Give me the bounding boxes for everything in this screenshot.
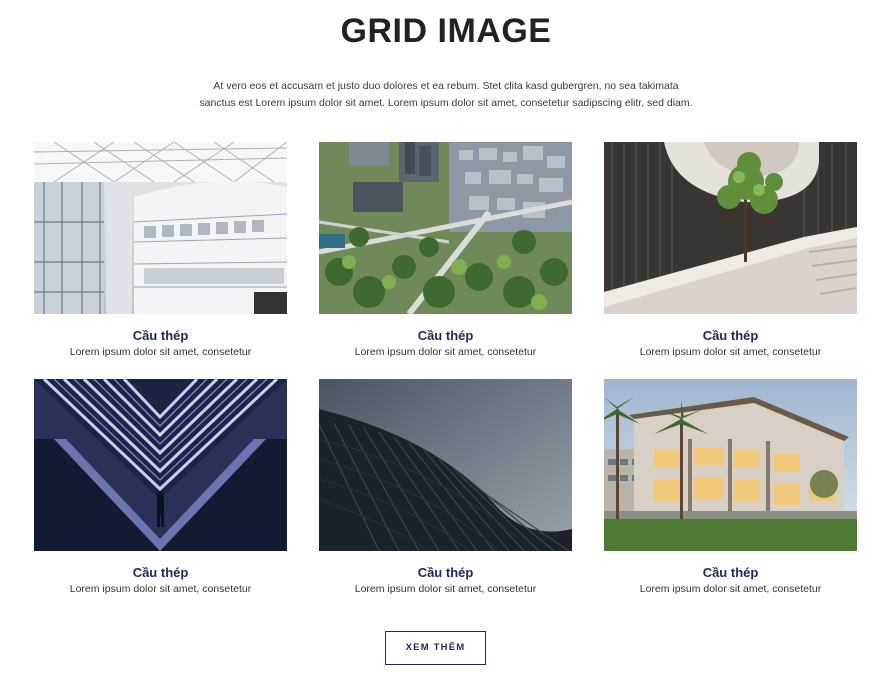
neon-light-corridor-image (34, 379, 287, 551)
view-more-button[interactable]: XEM THÊM (385, 631, 486, 665)
gallery-image-curved-skyscraper[interactable] (319, 379, 572, 551)
gallery-card-description: Lorem ipsum dolor sit amet, consetetur (354, 346, 537, 358)
gallery-card-title[interactable]: Cầu thép (319, 328, 572, 343)
gallery-card-description: Lorem ipsum dolor sit amet, consetetur (354, 583, 537, 595)
gallery-card-description: Lorem ipsum dolor sit amet, consetetur (639, 346, 822, 358)
gallery-image-spiral-staircase[interactable] (604, 142, 857, 314)
atrium-glass-interior-image (34, 142, 287, 314)
gallery-card-title[interactable]: Cầu thép (319, 565, 572, 580)
spiral-staircase-tree-image (604, 142, 857, 314)
gallery-card-title[interactable]: Cầu thép (604, 565, 857, 580)
gallery-card[interactable]: Cầu thép Lorem ipsum dolor sit amet, con… (34, 379, 287, 598)
description-line-1: At vero eos et accusam et justo duo dolo… (213, 80, 679, 92)
gallery-card-description: Lorem ipsum dolor sit amet, consetetur (69, 346, 252, 358)
gallery-image-aerial-city[interactable] (319, 142, 572, 314)
page-title: GRID IMAGE (340, 12, 552, 50)
gallery-card-description: Lorem ipsum dolor sit amet, consetetur (639, 583, 822, 595)
gallery-card[interactable]: Cầu thép Lorem ipsum dolor sit amet, con… (319, 142, 572, 361)
description-line-2: sanctus est Lorem ipsum dolor sit amet. … (199, 97, 693, 109)
gallery-card-title[interactable]: Cầu thép (34, 565, 287, 580)
gallery-image-neon-corridor[interactable] (34, 379, 287, 551)
gallery-card[interactable]: Cầu thép Lorem ipsum dolor sit amet, con… (319, 379, 572, 598)
gallery-card-title[interactable]: Cầu thép (34, 328, 287, 343)
gallery-image-atrium[interactable] (34, 142, 287, 314)
curved-skyscraper-facade-image (319, 379, 572, 551)
modern-building-palm-trees-image (604, 379, 857, 551)
gallery-card[interactable]: Cầu thép Lorem ipsum dolor sit amet, con… (604, 379, 857, 598)
aerial-city-park-image (319, 142, 572, 314)
gallery-card-description: Lorem ipsum dolor sit amet, consetetur (69, 583, 252, 595)
page-description: At vero eos et accusam et justo duo dolo… (140, 78, 752, 112)
grid-image-page: GRID IMAGE At vero eos et accusam et jus… (0, 0, 892, 681)
image-grid: Cầu thép Lorem ipsum dolor sit amet, con… (34, 142, 857, 598)
gallery-card[interactable]: Cầu thép Lorem ipsum dolor sit amet, con… (34, 142, 287, 361)
gallery-image-modern-building[interactable] (604, 379, 857, 551)
gallery-card[interactable]: Cầu thép Lorem ipsum dolor sit amet, con… (604, 142, 857, 361)
gallery-card-title[interactable]: Cầu thép (604, 328, 857, 343)
